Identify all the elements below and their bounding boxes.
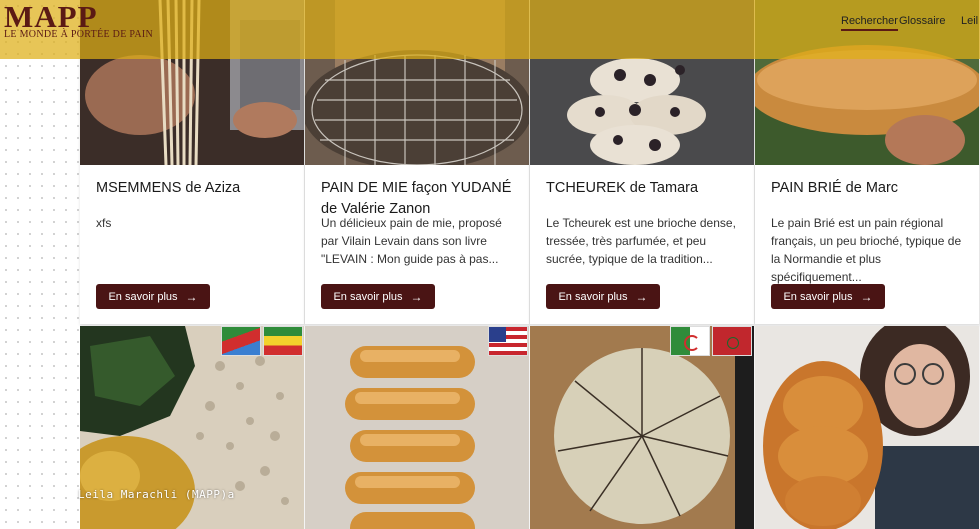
arrow-right-icon: →: [410, 289, 423, 304]
learn-more-button[interactable]: En savoir plus →: [96, 284, 210, 309]
flag-usa-icon: [488, 326, 528, 356]
recipe-description: Le pain Brié est un pain régional frança…: [771, 216, 962, 284]
site-tagline: LE MONDE À PORTÉE DE PAIN: [4, 29, 154, 40]
recipe-photo[interactable]: [305, 326, 529, 529]
learn-more-button[interactable]: En savoir plus →: [771, 284, 885, 309]
recipe-photo[interactable]: [530, 326, 754, 529]
button-label: En savoir plus: [108, 290, 178, 303]
photo-watermark: Leila Marachli (MAPP)a: [78, 488, 235, 501]
flag-algeria-icon: [670, 326, 710, 356]
recipe-description: Le Tcheurek est une brioche dense, tress…: [546, 216, 736, 266]
recipe-description: Un délicieux pain de mie, proposé par Vi…: [321, 216, 502, 266]
button-label: En savoir plus: [783, 290, 853, 303]
site-logo[interactable]: MAPP: [4, 1, 98, 32]
recipe-photo[interactable]: [755, 326, 979, 529]
learn-more-button[interactable]: En savoir plus →: [546, 284, 660, 309]
page-background-dots: [0, 0, 80, 529]
flag-morocco-icon: [712, 326, 752, 356]
recipe-description: xfs: [96, 216, 112, 230]
learn-more-button[interactable]: En savoir plus →: [321, 284, 435, 309]
nav-link-glossaire[interactable]: Glossaire: [899, 15, 945, 27]
recipe-title[interactable]: PAIN BRIÉ de Marc: [771, 178, 967, 199]
button-label: En savoir plus: [333, 290, 403, 303]
flag-ethiopia-icon: [263, 326, 303, 356]
arrow-right-icon: →: [635, 289, 648, 304]
recipe-grid: MSEMMENS de Aziza xfs En savoir plus → P…: [80, 0, 980, 529]
recipe-title[interactable]: TCHEUREK de Tamara: [546, 178, 742, 199]
button-label: En savoir plus: [558, 290, 628, 303]
nav-link-rechercher[interactable]: Rechercher: [841, 15, 898, 31]
arrow-right-icon: →: [860, 289, 873, 304]
arrow-right-icon: →: [185, 289, 198, 304]
recipe-title[interactable]: MSEMMENS de Aziza: [96, 178, 292, 199]
site-header: MAPP LE MONDE À PORTÉE DE PAIN Recherche…: [0, 0, 980, 59]
flag-eritrea-icon: [221, 326, 261, 356]
nav-link-leil[interactable]: Leil: [961, 15, 978, 27]
